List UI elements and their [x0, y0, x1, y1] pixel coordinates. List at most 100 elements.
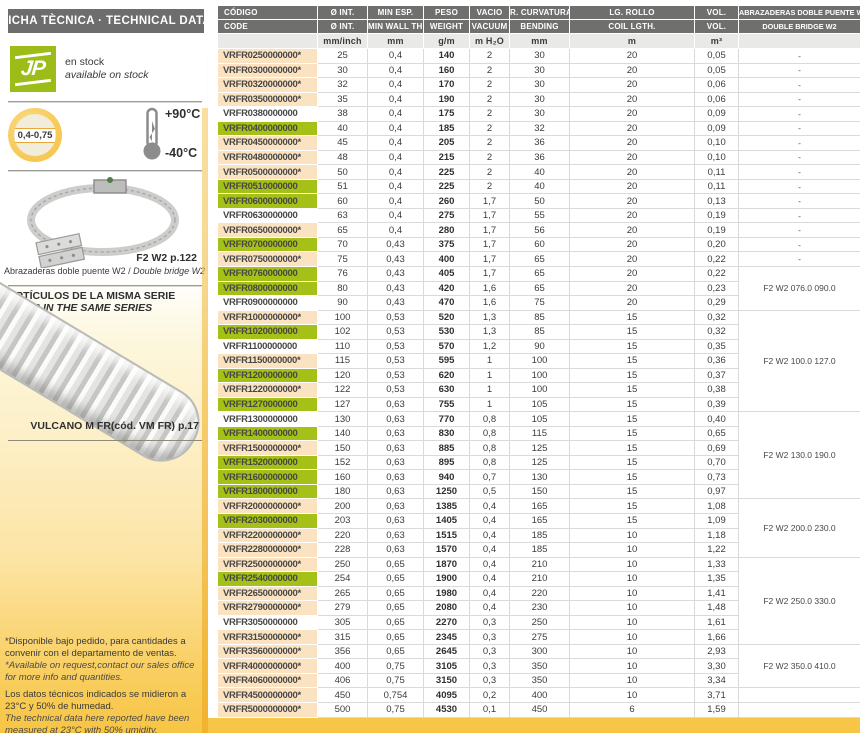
value-cell: 130	[317, 411, 368, 427]
value-cell: 1,35	[694, 571, 739, 587]
value-cell: 1,33	[694, 556, 739, 573]
value-cell: 0,19	[694, 222, 739, 238]
value-cell: 0,63	[367, 513, 424, 529]
col-header-code: CODE	[217, 19, 318, 34]
unit-mh2o: m H₂O	[469, 33, 510, 49]
clamp-ref-cell: -	[738, 48, 860, 64]
value-cell: 0,4	[469, 542, 510, 558]
value-cell: 220	[317, 527, 368, 544]
hose-page-ref: VULCANO M FR(cód. VM FR) p.17	[30, 420, 199, 432]
value-cell: 0,4	[367, 77, 424, 93]
value-cell: 2	[469, 149, 510, 166]
product-code-cell: VRFR1800000000	[217, 483, 318, 500]
product-code-cell: VRFR4060000000*	[217, 672, 318, 689]
value-cell: 0,20	[694, 236, 739, 253]
value-cell: 80	[317, 280, 368, 297]
value-cell: 0,06	[694, 77, 739, 93]
footnotes: *Disponible bajo pedido, para cantidades…	[5, 636, 202, 733]
value-cell: 0,35	[694, 338, 739, 355]
value-cell: 0,06	[694, 91, 739, 108]
value-cell: 770	[423, 411, 470, 427]
value-cell: 20	[569, 149, 695, 166]
value-cell: 0,4	[469, 513, 510, 529]
value-cell: 0,10	[694, 135, 739, 151]
value-cell: 450	[317, 687, 368, 703]
value-cell: 165	[509, 513, 570, 529]
value-cell: 885	[423, 440, 470, 456]
value-cell: 15	[569, 498, 695, 514]
value-cell: 4095	[423, 687, 470, 703]
note-conditions-es: Los datos técnicos indicados se midieron…	[5, 689, 187, 712]
value-cell: 76	[317, 265, 368, 282]
value-cell: 0,63	[367, 425, 424, 442]
product-code-cell: VRFR0450000000*	[217, 135, 318, 151]
value-cell: 32	[509, 120, 570, 137]
value-cell: 0,4	[367, 222, 424, 238]
value-cell: 152	[317, 454, 368, 471]
table-row: VRFR3560000000* 356 0,65 2645 0,3 300 10 2,93 F2…	[217, 643, 860, 689]
value-cell: 3150	[423, 672, 470, 689]
value-cell: 275	[423, 207, 470, 224]
value-cell: 160	[317, 469, 368, 485]
value-cell: 620	[423, 367, 470, 384]
col-header-weight: WEIGHT	[423, 19, 470, 34]
value-cell: 180	[317, 483, 368, 500]
value-cell: 0,75	[367, 658, 424, 674]
table-row: VRFR1000000000* 100 0,53 520 1,3 85 15 0,32 F2 W…	[217, 309, 860, 413]
value-cell: 0,53	[367, 382, 424, 398]
col-header-diam-int: Ø INT.	[317, 5, 368, 20]
stock-labels: en stock available on stock	[65, 56, 148, 82]
note-availability-en: *Available on request,contact our sales …	[5, 660, 195, 683]
table-row: VRFR2000000000* 200 0,63 1385 0,4 165 15 1,08 F2…	[217, 498, 860, 558]
table-row: VRFR0750000000* 75 0,43 400 1,7 65 20 0,22-	[217, 251, 860, 267]
value-cell: 0,4	[469, 600, 510, 616]
col-header-abrazaderas: ABRAZADERAS DOBLE PUENTE W2	[738, 5, 860, 20]
unit-blank	[217, 33, 318, 49]
value-cell: 0,13	[694, 193, 739, 209]
value-cell: 63	[317, 207, 368, 224]
divider	[8, 170, 202, 172]
value-cell: 2	[469, 120, 510, 137]
product-code-cell: VRFR0760000000	[217, 265, 318, 282]
value-cell: 0,53	[367, 353, 424, 369]
value-cell: 122	[317, 382, 368, 398]
clamp-ref-cell: F2 W2 200.0 230.0	[738, 498, 860, 558]
value-cell: 375	[423, 236, 470, 253]
value-cell: 1,6	[469, 280, 510, 297]
value-cell: 65	[317, 222, 368, 238]
value-cell: 1900	[423, 571, 470, 587]
value-cell: 400	[509, 687, 570, 703]
value-cell: 0,69	[694, 440, 739, 456]
value-cell: 150	[509, 483, 570, 500]
value-cell: 20	[569, 295, 695, 311]
value-cell: 20	[569, 164, 695, 180]
value-cell: 940	[423, 469, 470, 485]
header-row-es: CÓDIGO Ø INT. MIN ESP. PESO VACIO R. CUR…	[217, 5, 860, 20]
value-cell: 0,63	[367, 498, 424, 514]
col-header-diam-int-en: Ø INT.	[317, 19, 368, 34]
value-cell: 520	[423, 309, 470, 326]
value-cell: 2,93	[694, 643, 739, 660]
product-code-cell: VRFR2280000000*	[217, 542, 318, 558]
value-cell: 280	[423, 222, 470, 238]
value-cell: 228	[317, 542, 368, 558]
col-header-min-esp: MIN ESP.	[367, 5, 424, 20]
product-code-cell: VRFR3560000000*	[217, 643, 318, 660]
value-cell: 400	[423, 251, 470, 267]
value-cell: 65	[509, 265, 570, 282]
value-cell: 2645	[423, 643, 470, 660]
value-cell: 0,5	[469, 483, 510, 500]
value-cell: 0,4	[367, 91, 424, 108]
table-row: VRFR1300000000 130 0,63 770 0,8 105 15 0,40 F2 W…	[217, 411, 860, 500]
value-cell: 470	[423, 295, 470, 311]
value-cell: 230	[509, 600, 570, 616]
value-cell: 530	[423, 324, 470, 340]
product-code-cell: VRFR4000000000*	[217, 658, 318, 674]
value-cell: 15	[569, 309, 695, 326]
value-cell: 20	[569, 48, 695, 64]
value-cell: 0,11	[694, 164, 739, 180]
value-cell: 0,3	[469, 629, 510, 645]
col-header-bending: BENDING	[509, 19, 570, 34]
clamp-ref-cell: -	[738, 149, 860, 166]
value-cell: 50	[509, 193, 570, 209]
